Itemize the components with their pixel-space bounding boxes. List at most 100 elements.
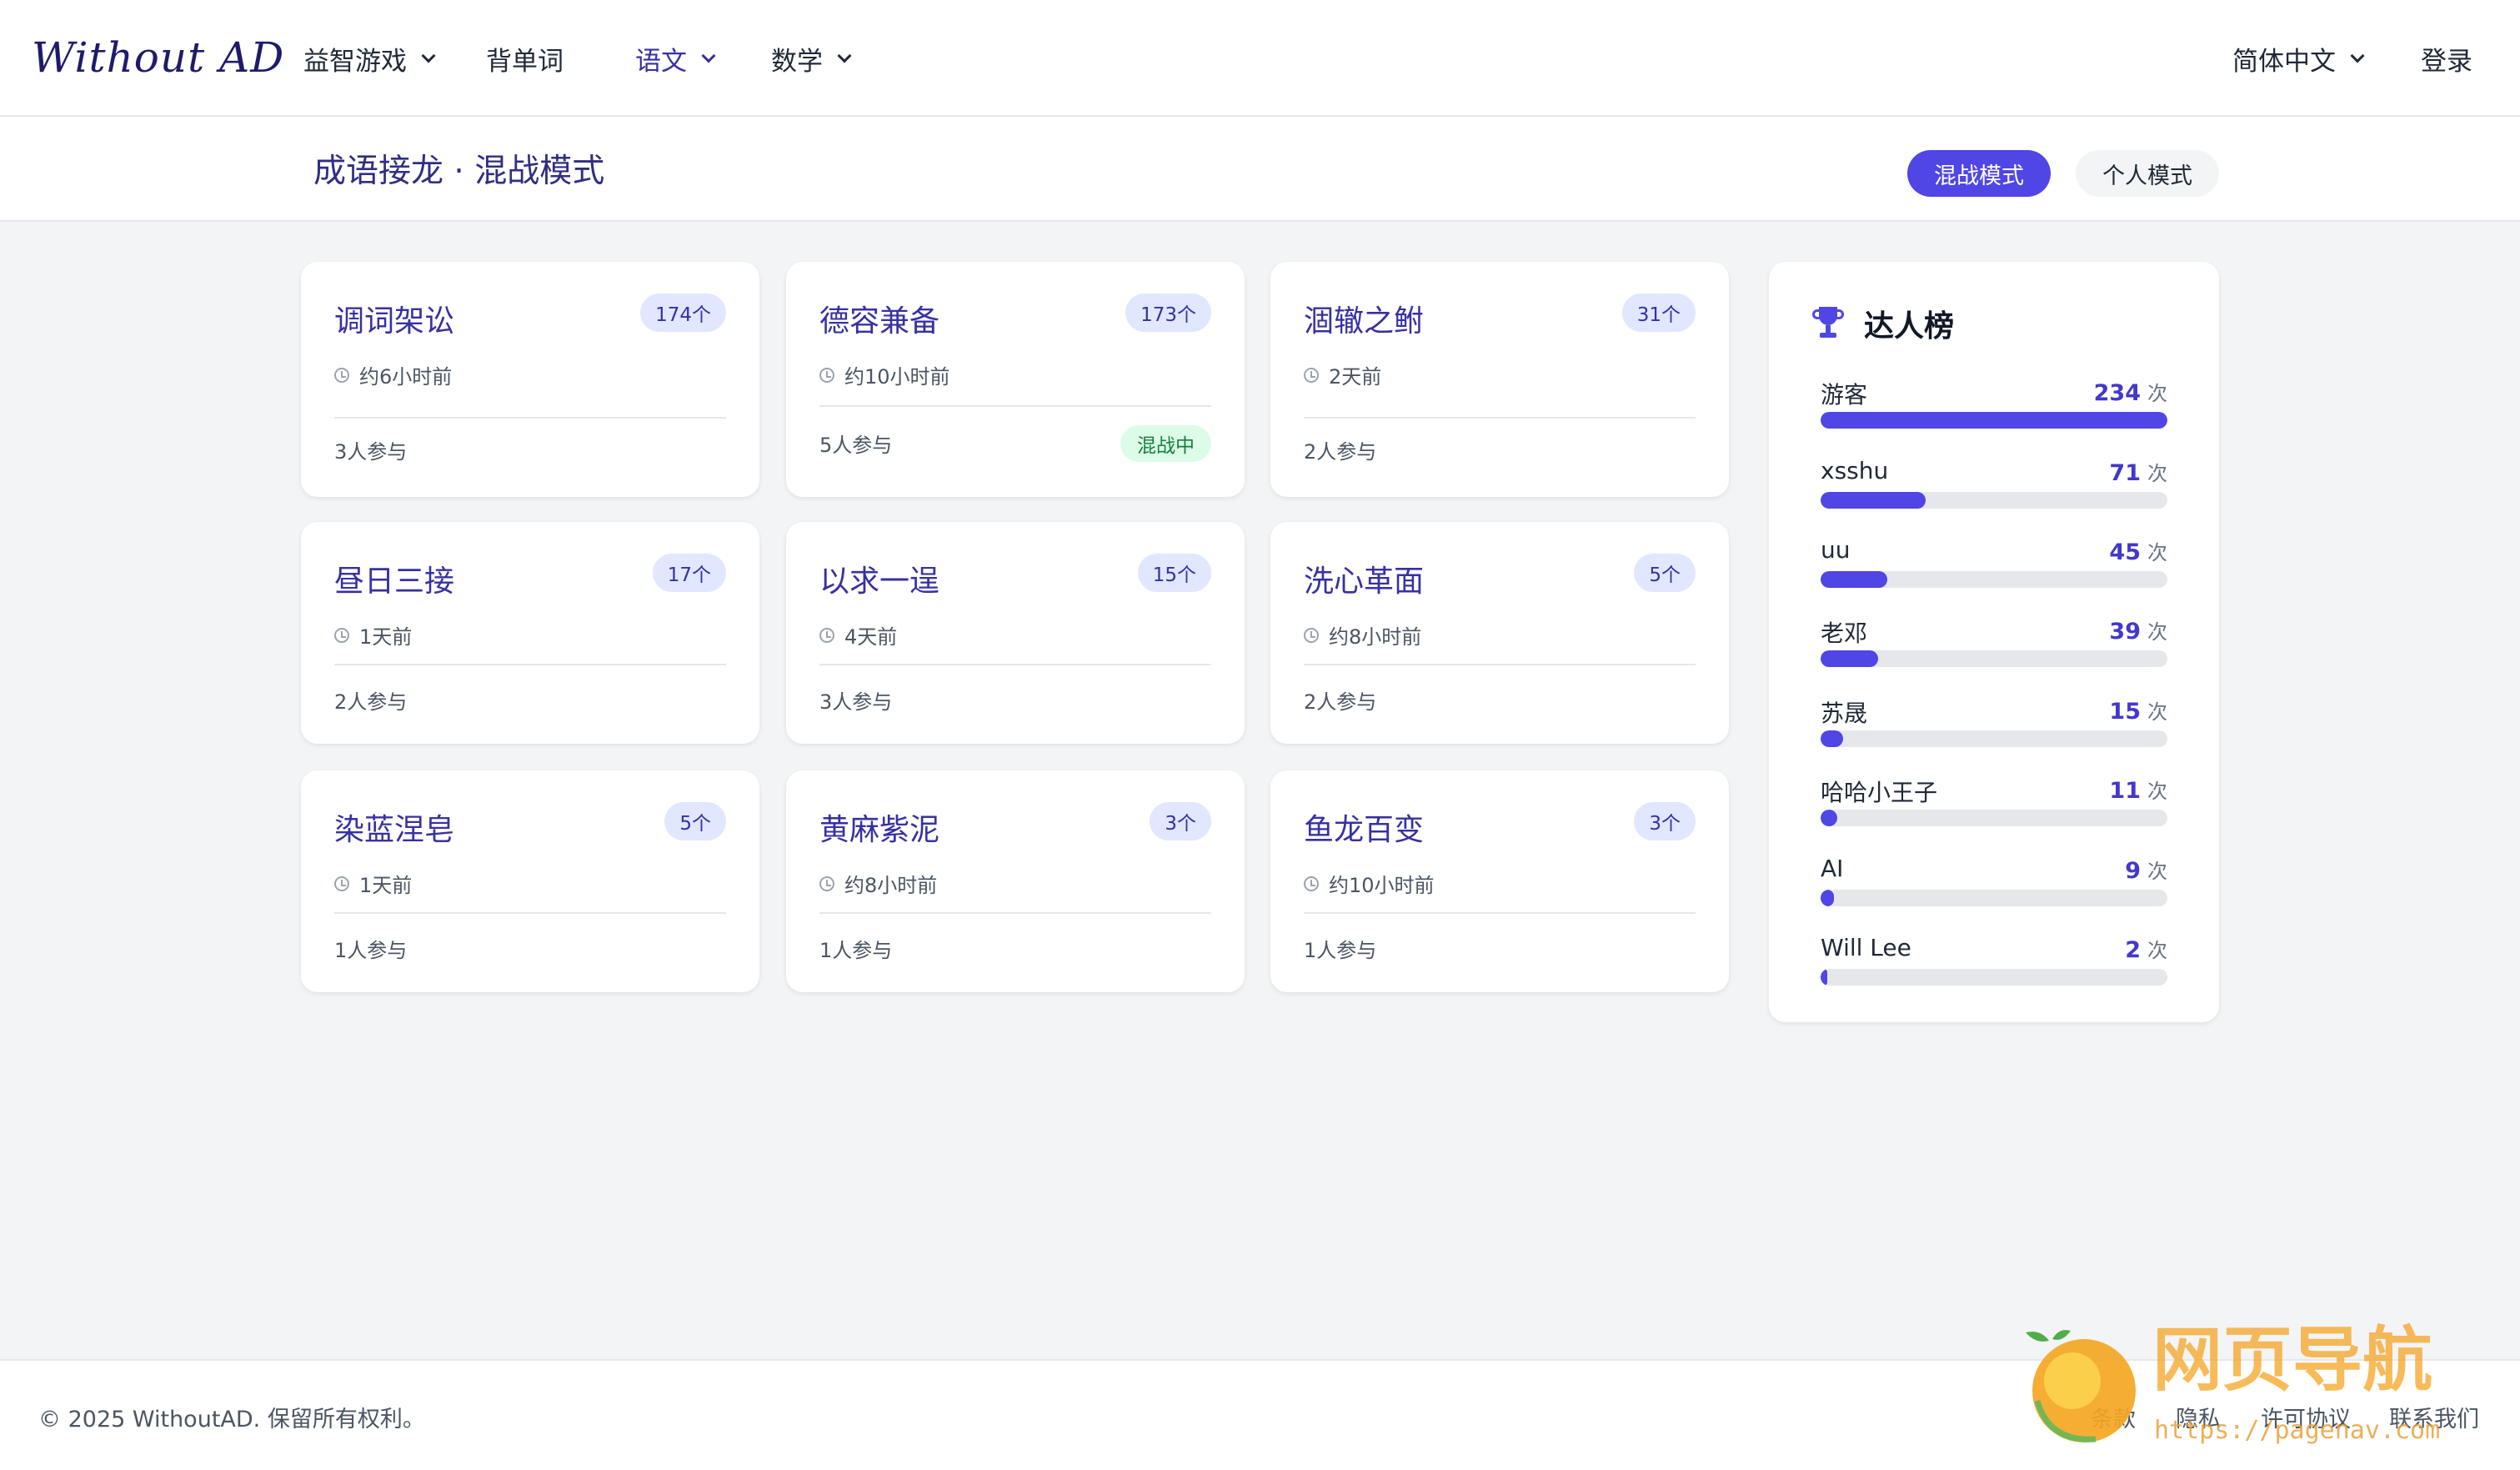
chain-count-badge: 3个 — [1150, 802, 1211, 840]
nav-item-vocabulary[interactable]: 背单词 — [486, 40, 564, 78]
clock-icon — [819, 875, 834, 891]
copyright-text: © 2025 WithoutAD. 保留所有权利。 — [38, 1407, 425, 1432]
footer-link-privacy[interactable]: 隐私 — [2176, 1401, 2221, 1433]
chain-count-badge: 5个 — [1634, 554, 1696, 592]
clock-icon — [1304, 367, 1319, 383]
leaderboard-progress-fill — [1821, 810, 1837, 826]
solo-mode-button[interactable]: 个人模式 — [2076, 150, 2219, 197]
leaderboard-progress-track — [1821, 412, 2167, 429]
card-time: 1天前 — [334, 620, 412, 650]
leaderboard-progress-track — [1821, 571, 2167, 588]
mixed-mode-button[interactable]: 混战模式 — [1907, 150, 2051, 197]
game-card[interactable]: 涸辙之鲋 31个 2天前 2人参与 — [1270, 262, 1729, 497]
card-time: 约8小时前 — [1304, 620, 1421, 650]
leaderboard-name: 哈哈小王子 — [1821, 779, 1938, 806]
clock-icon — [334, 875, 349, 891]
chain-count-badge: 17个 — [652, 554, 726, 592]
card-divider — [819, 405, 1211, 407]
card-participants: 3人参与 — [334, 440, 408, 464]
card-divider — [1304, 664, 1696, 665]
leaderboard-row: xsshu 71 次 — [1821, 457, 2167, 515]
game-card[interactable]: 以求一逞 15个 4天前 3人参与 — [786, 522, 1245, 744]
clock-icon — [334, 367, 349, 383]
card-time: 4天前 — [819, 620, 897, 650]
nav-item-math[interactable]: 数学 — [771, 40, 852, 78]
clock-icon — [819, 627, 834, 643]
nav-item-puzzle-games[interactable]: 益智游戏 — [303, 40, 436, 78]
game-card[interactable]: 鱼龙百变 3个 约10小时前 1人参与 — [1270, 770, 1729, 992]
card-time-label: 1天前 — [359, 874, 413, 897]
leaderboard-score: 234 次 — [2093, 380, 2167, 406]
card-time: 约8小时前 — [819, 869, 937, 898]
card-divider — [1304, 417, 1696, 419]
card-divider — [1304, 912, 1696, 914]
leaderboard-score: 39 次 — [2109, 619, 2167, 645]
card-participants: 2人参与 — [1304, 440, 1377, 464]
login-button[interactable]: 登录 — [2421, 40, 2472, 78]
clock-icon — [819, 367, 834, 383]
card-title: 鱼龙百变 — [1304, 813, 1425, 847]
card-divider — [334, 417, 726, 419]
card-time: 1天前 — [334, 869, 412, 898]
leaderboard-progress-fill — [1821, 571, 1887, 588]
card-time-label: 1天前 — [359, 625, 413, 649]
nav-item-label: 益智游戏 — [303, 47, 407, 77]
chain-count-badge: 5个 — [664, 802, 726, 840]
navbar: Without AD 益智游戏 背单词 语文 数学 简体中文 登录 — [0, 0, 2520, 117]
game-card[interactable]: 昼日三接 17个 1天前 2人参与 — [301, 522, 759, 744]
language-label: 简体中文 — [2232, 47, 2336, 77]
footer-link-license[interactable]: 许可协议 — [2261, 1401, 2351, 1433]
clock-icon — [1304, 627, 1319, 643]
chain-count-badge: 174个 — [640, 293, 726, 332]
leaderboard-name: 苏晟 — [1821, 700, 1868, 727]
leaderboard-progress-track — [1821, 890, 2167, 906]
leaderboard-progress-track — [1821, 650, 2167, 667]
game-card[interactable]: 黄麻紫泥 3个 约8小时前 1人参与 — [786, 770, 1245, 992]
leaderboard-score: 45 次 — [2109, 539, 2167, 565]
site-logo[interactable]: Without AD — [32, 33, 284, 82]
chevron-down-icon — [701, 48, 716, 63]
chain-count-badge: 31个 — [1621, 293, 1696, 332]
clock-icon — [1304, 875, 1319, 891]
nav-item-chinese[interactable]: 语文 — [635, 40, 716, 78]
leaderboard-progress-fill — [1821, 890, 1834, 906]
leaderboard-progress-track — [1821, 730, 2167, 747]
card-divider — [334, 664, 726, 665]
footer: © 2025 WithoutAD. 保留所有权利。 条款 隐私 许可协议 联系我… — [0, 1359, 2520, 1470]
card-participants: 3人参与 — [819, 690, 893, 714]
leaderboard-row: Will Lee 2次 — [1821, 934, 2167, 992]
leaderboard-name: 游客 — [1821, 381, 1868, 409]
footer-link-contact[interactable]: 联系我们 — [2389, 1401, 2479, 1433]
leaderboard-score: 15 次 — [2109, 699, 2167, 725]
page-subheader: 成语接龙 · 混战模式 混战模式 个人模式 — [0, 117, 2520, 222]
clock-icon — [334, 627, 349, 643]
card-time: 约6小时前 — [334, 360, 452, 389]
leaderboard-row: 哈哈小王子 11 次 — [1821, 775, 2167, 833]
leaderboard-progress-fill — [1821, 492, 1926, 509]
game-card[interactable]: 调词架讼 174个 约6小时前 3人参与 — [301, 262, 759, 497]
leaderboard-name: AI — [1821, 855, 1844, 882]
leaderboard-progress-track — [1821, 810, 2167, 826]
language-selector[interactable]: 简体中文 — [2232, 40, 2365, 78]
card-participants: 2人参与 — [1304, 690, 1377, 714]
card-title: 调词架讼 — [334, 304, 455, 339]
game-card[interactable]: 德容兼备 173个 约10小时前 5人参与 混战中 — [786, 262, 1245, 497]
leaderboard-name: xsshu — [1821, 457, 1889, 484]
card-title: 以求一逞 — [819, 564, 940, 599]
chevron-down-icon — [2350, 48, 2365, 63]
card-divider — [334, 912, 726, 914]
leaderboard-row: 老邓 39 次 — [1821, 615, 2167, 674]
card-time-label: 2天前 — [1329, 365, 1382, 389]
leaderboard-row: 游客 234 次 — [1821, 377, 2167, 435]
card-time: 约10小时前 — [1304, 869, 1435, 898]
card-title: 昼日三接 — [334, 564, 455, 599]
game-card[interactable]: 染蓝涅皂 5个 1天前 1人参与 — [301, 770, 759, 992]
chain-count-badge: 3个 — [1634, 802, 1696, 840]
page-title: 成语接龙 · 混战模式 — [313, 153, 605, 190]
game-card[interactable]: 洗心革面 5个 约8小时前 2人参与 — [1270, 522, 1729, 744]
leaderboard-score: 9次 — [2125, 858, 2167, 884]
leaderboard-progress-fill — [1821, 412, 2167, 429]
footer-link-terms[interactable]: 条款 — [2091, 1401, 2136, 1433]
leaderboard-progress-fill — [1821, 969, 1828, 986]
leaderboard-score: 71 次 — [2109, 460, 2167, 486]
